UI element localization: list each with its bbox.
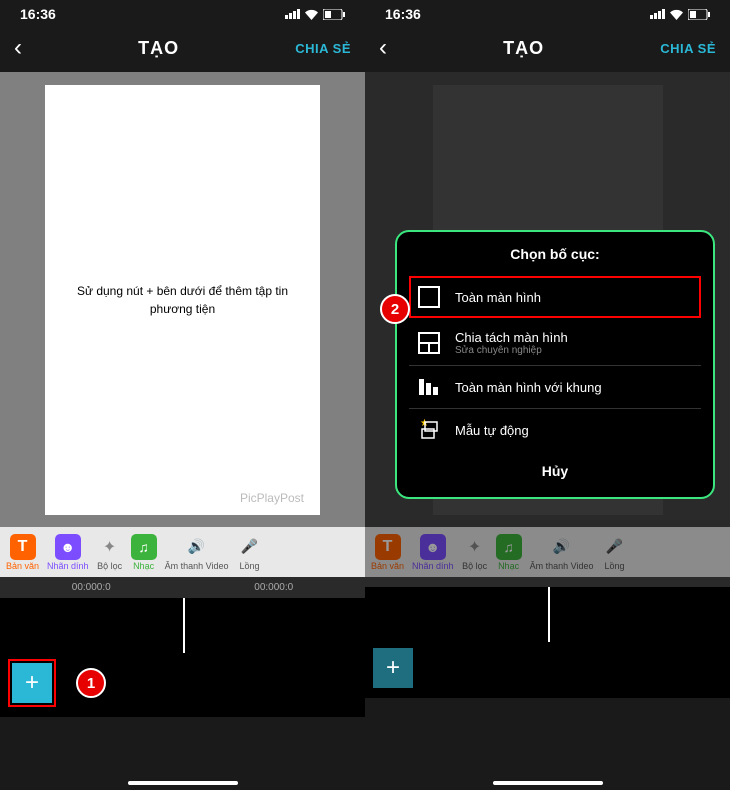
mic-icon: 🎤 bbox=[601, 534, 627, 560]
timeline-header: 00:000:0 00:000:0 bbox=[0, 577, 365, 598]
home-indicator[interactable] bbox=[493, 781, 603, 785]
toolbar: TBản văn ☻Nhãn dính ✦Bộ lọc ♫Nhạc 🔊Âm th… bbox=[0, 527, 365, 577]
tool-audio[interactable]: 🔊Âm thanh Video bbox=[165, 534, 229, 571]
filter-icon: ✦ bbox=[462, 534, 488, 560]
tool-music: ♫Nhạc bbox=[496, 534, 522, 571]
modal-cancel[interactable]: Hủy bbox=[409, 451, 701, 491]
text-icon: T bbox=[375, 534, 401, 560]
timeline-track bbox=[365, 587, 730, 642]
screen-left: 16:36 ‹ TẠO CHIA SẺ Sử dụng nút + bên dư… bbox=[0, 0, 365, 790]
step-badge-1: 1 bbox=[76, 668, 106, 698]
status-bar: 16:36 bbox=[0, 0, 365, 24]
canvas-area[interactable]: Sử dụng nút + bên dưới để thêm tập tin p… bbox=[0, 72, 365, 527]
battery-icon bbox=[323, 9, 345, 20]
modal-title: Chọn bố cục: bbox=[409, 246, 701, 262]
audio-icon: 🔊 bbox=[549, 534, 575, 560]
tool-filter: ✦Bộ lọc bbox=[462, 534, 488, 571]
tool-text[interactable]: TBản văn bbox=[6, 534, 39, 571]
status-time: 16:36 bbox=[385, 6, 421, 22]
option-fullscreen[interactable]: Toàn màn hình bbox=[409, 276, 701, 318]
nav-title: TẠO bbox=[503, 38, 544, 59]
nav-title: TẠO bbox=[138, 38, 179, 59]
share-button[interactable]: CHIA SẺ bbox=[660, 41, 716, 56]
tool-sticker: ☻Nhãn dính bbox=[412, 534, 454, 571]
status-indicators bbox=[650, 9, 710, 20]
audio-icon: 🔊 bbox=[184, 534, 210, 560]
status-bar: 16:36 bbox=[365, 0, 730, 24]
option-frame[interactable]: Toàn màn hình với khung bbox=[409, 366, 701, 409]
mic-icon: 🎤 bbox=[236, 534, 262, 560]
step-badge-2: 2 bbox=[380, 294, 410, 324]
layout-modal: 2 Chọn bố cục: Toàn màn hình Chia tách m… bbox=[395, 230, 715, 499]
signal-icon bbox=[285, 9, 300, 19]
timeline-header bbox=[365, 577, 730, 587]
option-template[interactable]: ★ Mẫu tự động bbox=[409, 409, 701, 451]
add-media-button-dimmed: + bbox=[373, 648, 413, 688]
share-button[interactable]: CHIA SẺ bbox=[295, 41, 351, 56]
tool-text: TBản văn bbox=[371, 534, 404, 571]
sticker-icon: ☻ bbox=[420, 534, 446, 560]
timeline-track[interactable] bbox=[0, 598, 365, 653]
add-row: + 1 bbox=[0, 653, 365, 717]
music-icon: ♫ bbox=[131, 534, 157, 560]
playhead bbox=[548, 587, 550, 642]
status-time: 16:36 bbox=[20, 6, 56, 22]
fullscreen-icon bbox=[417, 285, 441, 309]
screen-right: 16:36 ‹ TẠO CHIA SẺ TBản văn ☻Nhãn dính … bbox=[365, 0, 730, 790]
tool-dub: 🎤Lồng bbox=[601, 534, 627, 571]
add-media-button[interactable]: + bbox=[12, 663, 52, 703]
text-icon: T bbox=[10, 534, 36, 560]
status-indicators bbox=[285, 9, 345, 20]
add-row: + bbox=[365, 642, 730, 698]
playhead[interactable] bbox=[183, 598, 185, 653]
highlight-box-1: + bbox=[8, 659, 56, 707]
tool-music[interactable]: ♫Nhạc bbox=[131, 534, 157, 571]
back-button[interactable]: ‹ bbox=[14, 34, 22, 62]
template-icon: ★ bbox=[417, 418, 441, 442]
toolbar-dimmed: TBản văn ☻Nhãn dính ✦Bộ lọc ♫Nhạc 🔊Âm th… bbox=[365, 527, 730, 577]
wifi-icon bbox=[669, 9, 684, 20]
music-icon: ♫ bbox=[496, 534, 522, 560]
nav-bar: ‹ TẠO CHIA SẺ bbox=[365, 24, 730, 72]
battery-icon bbox=[688, 9, 710, 20]
time-marker: 00:000:0 bbox=[254, 582, 293, 593]
option-split[interactable]: Chia tách màn hìnhSửa chuyên nghiệp bbox=[409, 321, 701, 366]
split-icon bbox=[417, 331, 441, 355]
tool-filter[interactable]: ✦Bộ lọc bbox=[97, 534, 123, 571]
back-button[interactable]: ‹ bbox=[379, 34, 387, 62]
nav-bar: ‹ TẠO CHIA SẺ bbox=[0, 24, 365, 72]
filter-icon: ✦ bbox=[97, 534, 123, 560]
time-marker: 00:000:0 bbox=[72, 582, 111, 593]
canvas-hint: Sử dụng nút + bên dưới để thêm tập tin p… bbox=[45, 282, 320, 318]
home-indicator[interactable] bbox=[128, 781, 238, 785]
wifi-icon bbox=[304, 9, 319, 20]
tool-audio: 🔊Âm thanh Video bbox=[530, 534, 594, 571]
sticker-icon: ☻ bbox=[55, 534, 81, 560]
frame-icon bbox=[417, 375, 441, 399]
watermark: PicPlayPost bbox=[240, 491, 304, 505]
blank-canvas: Sử dụng nút + bên dưới để thêm tập tin p… bbox=[45, 85, 320, 515]
tool-sticker[interactable]: ☻Nhãn dính bbox=[47, 534, 89, 571]
signal-icon bbox=[650, 9, 665, 19]
tool-dub[interactable]: 🎤Lồng bbox=[236, 534, 262, 571]
